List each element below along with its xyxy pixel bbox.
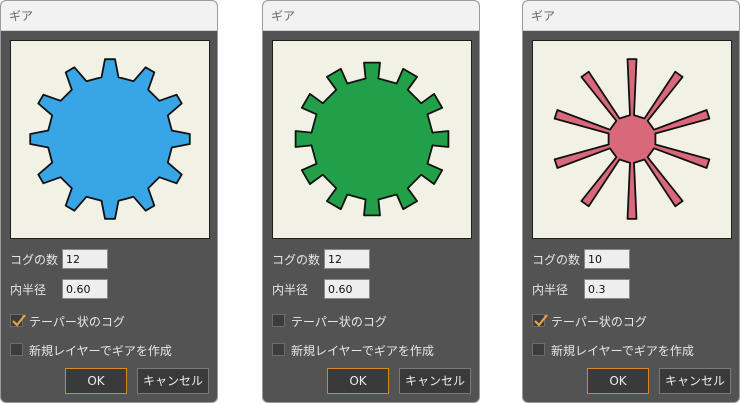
cog-count-input[interactable] [584,249,630,269]
inner-radius-label: 内半径 [272,283,309,297]
taper-option[interactable]: テーパー状のコグ [272,313,472,329]
gear-shape [553,58,711,220]
inner-radius-row: 内半径 [532,279,732,299]
new-layer-checkbox[interactable] [272,343,285,356]
taper-option[interactable]: テーパー状のコグ [10,313,210,329]
inner-radius-input[interactable] [62,279,108,299]
gear-preview-canvas [553,58,711,220]
dialog-title: ギア [523,1,739,31]
inner-radius-input[interactable] [324,279,370,299]
cog-count-row: コグの数 [10,249,210,269]
gear-dialog-2: ギア コグの数 内半径 テーパー状のコグ 新規レイヤーでギアを作成 OK キャン… [262,0,480,403]
taper-label: テーパー状のコグ [551,315,647,329]
checkmark-icon [12,314,26,327]
inner-radius-input[interactable] [584,279,630,299]
cog-count-input[interactable] [62,249,108,269]
new-layer-label: 新規レイヤーでギアを作成 [291,344,434,358]
cog-count-label: コグの数 [10,253,59,267]
inner-radius-label: 内半径 [532,283,569,297]
dialog-title: ギア [263,1,479,31]
dialog-title: ギア [1,1,217,31]
gear-preview [10,40,210,239]
checkmark-icon [534,314,548,327]
gear-preview-canvas [29,58,191,220]
taper-label: テーパー状のコグ [29,315,125,329]
gear-shape [29,58,191,220]
cog-count-row: コグの数 [272,249,472,269]
gear-preview [272,40,472,239]
gear-preview [532,40,732,239]
ok-button[interactable]: OK [327,368,389,394]
taper-option[interactable]: テーパー状のコグ [532,313,732,329]
gear-preview-canvas [294,61,450,217]
cog-count-label: コグの数 [532,253,581,267]
cancel-button[interactable]: キャンセル [399,368,471,394]
cog-count-label: コグの数 [272,253,321,267]
inner-radius-row: 内半径 [10,279,210,299]
new-layer-checkbox[interactable] [10,343,23,356]
new-layer-checkbox[interactable] [532,343,545,356]
new-layer-label: 新規レイヤーでギアを作成 [29,344,172,358]
ok-button[interactable]: OK [65,368,127,394]
taper-checkbox[interactable] [10,314,26,327]
cancel-button[interactable]: キャンセル [137,368,209,394]
cog-count-input[interactable] [324,249,370,269]
cog-count-row: コグの数 [532,249,732,269]
new-layer-option[interactable]: 新規レイヤーでギアを作成 [272,342,472,358]
inner-radius-label: 内半径 [10,283,47,297]
ok-button[interactable]: OK [587,368,649,394]
taper-checkbox[interactable] [272,314,285,327]
gear-dialog-1: ギア コグの数 内半径 テーパー状のコグ 新規レイヤーでギアを作成 OK キャン… [0,0,218,403]
new-layer-option[interactable]: 新規レイヤーでギアを作成 [10,342,210,358]
new-layer-label: 新規レイヤーでギアを作成 [551,344,694,358]
taper-checkbox[interactable] [532,314,548,327]
inner-radius-row: 内半径 [272,279,472,299]
new-layer-option[interactable]: 新規レイヤーでギアを作成 [532,342,732,358]
gear-dialog-3: ギア コグの数 内半径 テーパー状のコグ 新規レイヤーでギアを作成 OK キャン… [522,0,740,403]
gear-shape [294,61,450,217]
taper-label: テーパー状のコグ [291,315,387,329]
cancel-button[interactable]: キャンセル [659,368,731,394]
